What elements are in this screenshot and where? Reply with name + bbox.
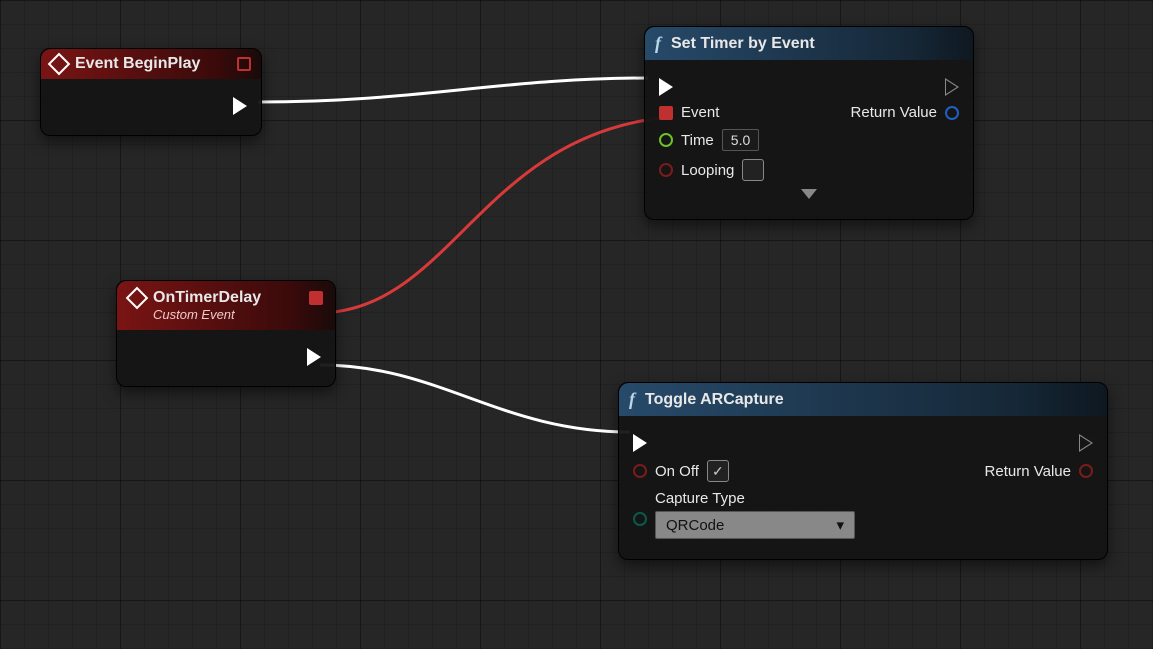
exec-out-pin[interactable] (945, 78, 959, 96)
return-value-pin[interactable] (1079, 464, 1093, 478)
node-subtitle: Custom Event (129, 307, 323, 322)
looping-checkbox[interactable] (742, 159, 764, 181)
pin-label-event: Event (681, 104, 719, 121)
exec-in-pin[interactable] (659, 78, 673, 96)
node-toggle-arcapture[interactable]: f Toggle ARCapture On Off ✓ Return Value… (618, 382, 1108, 560)
wire-delegate-ontimer-to-event (320, 118, 660, 313)
pin-label-time: Time (681, 132, 714, 149)
capture-type-in-pin[interactable] (633, 512, 647, 526)
node-header: Event BeginPlay (41, 49, 261, 79)
node-title: Set Timer by Event (671, 35, 815, 53)
exec-out-pin[interactable] (233, 97, 247, 115)
node-title: Event BeginPlay (75, 55, 200, 73)
event-icon (48, 53, 71, 76)
time-input[interactable]: 5.0 (722, 129, 759, 151)
capture-type-value: QRCode (666, 517, 724, 534)
looping-in-pin[interactable] (659, 163, 673, 177)
delegate-out-pin[interactable] (309, 291, 323, 305)
node-title: OnTimerDelay (153, 289, 261, 307)
onoff-checkbox[interactable]: ✓ (707, 460, 729, 482)
pin-label-return: Return Value (985, 463, 1071, 480)
node-ontimerdelay[interactable]: OnTimerDelay Custom Event (116, 280, 336, 387)
exec-out-pin[interactable] (307, 348, 321, 366)
event-icon (126, 287, 149, 310)
node-header: f Set Timer by Event (645, 27, 973, 60)
wire-exec-beginplay-to-settimer (258, 78, 648, 102)
pin-label-looping: Looping (681, 162, 734, 179)
onoff-in-pin[interactable] (633, 464, 647, 478)
exec-out-pin[interactable] (1079, 434, 1093, 452)
dropdown-icon: ▾ (836, 516, 844, 534)
return-value-pin[interactable] (945, 106, 959, 120)
wire-exec-ontimer-to-toggle (320, 365, 630, 432)
delegate-pin[interactable] (237, 57, 251, 71)
node-event-beginplay[interactable]: Event BeginPlay (40, 48, 262, 136)
function-icon: f (655, 33, 661, 54)
pin-label-onoff: On Off (655, 463, 699, 480)
node-header: OnTimerDelay Custom Event (117, 281, 335, 330)
time-in-pin[interactable] (659, 133, 673, 147)
node-title: Toggle ARCapture (645, 391, 784, 409)
node-set-timer-by-event[interactable]: f Set Timer by Event Event Return Value … (644, 26, 974, 220)
function-icon: f (629, 389, 635, 410)
event-in-pin[interactable] (659, 106, 673, 120)
exec-in-pin[interactable] (633, 434, 647, 452)
expand-icon[interactable] (801, 189, 817, 199)
pin-label-return: Return Value (851, 104, 937, 121)
node-header: f Toggle ARCapture (619, 383, 1107, 416)
capture-type-select[interactable]: QRCode ▾ (655, 511, 855, 539)
pin-label-capture-type: Capture Type (655, 490, 745, 507)
